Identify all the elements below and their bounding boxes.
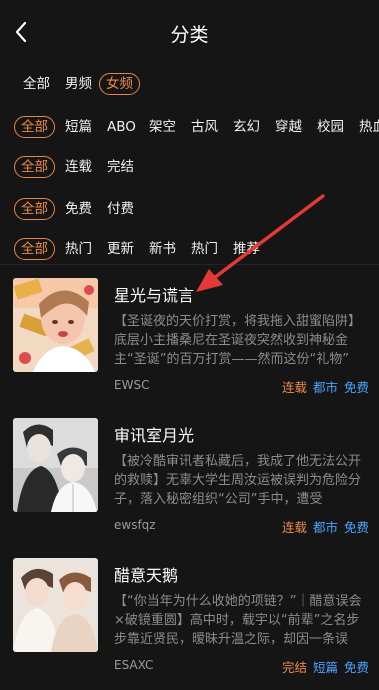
book-author: EWSC <box>114 378 150 392</box>
divider <box>0 264 379 265</box>
filter-price-all[interactable]: 全部 <box>14 198 55 220</box>
filter-genre-ancient[interactable]: 古风 <box>184 116 225 138</box>
status-filter-row: 全部 连载 完结 <box>0 153 379 183</box>
book-description: 【圣诞夜的天价打赏，将我拖入甜蜜陷阱】底层小主播桑尼在圣诞夜突然收到神秘金主“圣… <box>114 314 362 367</box>
filter-sort-updated[interactable]: 更新 <box>100 238 141 260</box>
book-tags: 连载 都市 免费 <box>276 517 369 536</box>
book-description: 【被冷酷审讯者私藏后，我成了他无法公开的救赎】无辜大学生周汝运被误判为危险分子，… <box>114 454 362 507</box>
filter-genre-campus[interactable]: 校园 <box>310 116 351 138</box>
book-list-item[interactable]: 星光与谎言 【圣诞夜的天价打赏，将我拖入甜蜜陷阱】底层小主播桑尼在圣诞夜突然收到… <box>0 278 379 410</box>
status-tag: 完结 <box>281 660 307 675</box>
book-tags: 完结 短篇 免费 <box>276 657 369 676</box>
category-tag: 都市 <box>312 520 338 535</box>
filter-sort-all[interactable]: 全部 <box>14 238 55 260</box>
book-author: ewsfqz <box>114 518 156 532</box>
filter-sort-hot[interactable]: 热门 <box>184 238 225 260</box>
book-cover-image[interactable] <box>13 278 98 372</box>
filter-gender-all[interactable]: 全部 <box>16 73 57 95</box>
filter-genre-time-travel[interactable]: 穿越 <box>268 116 309 138</box>
filter-sort-new[interactable]: 新书 <box>142 238 183 260</box>
filter-price-paid[interactable]: 付费 <box>100 198 141 220</box>
filter-sort-recommended[interactable]: 推荐 <box>226 238 267 260</box>
book-cover-image[interactable] <box>13 558 98 652</box>
filter-gender-male[interactable]: 男频 <box>58 73 99 95</box>
book-tags: 连载 都市 免费 <box>276 377 369 396</box>
filter-price-free[interactable]: 免费 <box>58 198 99 220</box>
filter-status-ongoing[interactable]: 连载 <box>58 156 99 178</box>
book-list-item[interactable]: 醋意天鹅 【“你当年为什么收她的项链？”｜醋意误会×破镜重圆】高中时，载宇以“前… <box>0 558 379 690</box>
price-filter-row: 全部 免费 付费 <box>0 195 379 225</box>
status-tag: 连载 <box>281 520 307 535</box>
book-title[interactable]: 审讯室月光 <box>114 422 194 446</box>
book-author: ESAXC <box>114 658 154 672</box>
top-bar: 分类 <box>0 0 379 64</box>
filter-gender-female[interactable]: 女频 <box>99 73 140 95</box>
filter-status-all[interactable]: 全部 <box>14 156 55 178</box>
book-title[interactable]: 星光与谎言 <box>114 282 194 306</box>
gender-filter-row: 全部 男频 女频 <box>0 70 379 100</box>
filter-genre-all[interactable]: 全部 <box>14 116 55 138</box>
price-tag: 免费 <box>343 520 369 535</box>
filter-genre-abo[interactable]: ABO <box>100 116 143 138</box>
filter-genre-short[interactable]: 短篇 <box>58 116 99 138</box>
filter-sort-popular[interactable]: 热门 <box>58 238 99 260</box>
category-tag: 短篇 <box>312 660 338 675</box>
sort-filter-row: 全部 热门 更新 新书 热门 推荐 <box>0 235 379 265</box>
book-cover-image[interactable] <box>13 418 98 512</box>
price-tag: 免费 <box>343 380 369 395</box>
book-title[interactable]: 醋意天鹅 <box>114 562 178 586</box>
filter-status-complete[interactable]: 完结 <box>100 156 141 178</box>
book-description: 【“你当年为什么收她的项链？”｜醋意误会×破镜重圆】高中时，载宇以“前辈”之名步… <box>114 594 362 647</box>
page-title: 分类 <box>170 24 209 46</box>
status-tag: 连载 <box>281 380 307 395</box>
filter-genre-hot-blood[interactable]: 热血 <box>352 116 379 138</box>
filter-genre-fantasy[interactable]: 玄幻 <box>226 116 267 138</box>
price-tag: 免费 <box>343 660 369 675</box>
genre-filter-row: 全部 短篇 ABO 架空 古风 玄幻 穿越 校园 热血 <box>0 113 379 143</box>
filter-genre-fictional[interactable]: 架空 <box>142 116 183 138</box>
category-tag: 都市 <box>312 380 338 395</box>
book-list-item[interactable]: 审讯室月光 【被冷酷审讯者私藏后，我成了他无法公开的救赎】无辜大学生周汝运被误判… <box>0 418 379 550</box>
